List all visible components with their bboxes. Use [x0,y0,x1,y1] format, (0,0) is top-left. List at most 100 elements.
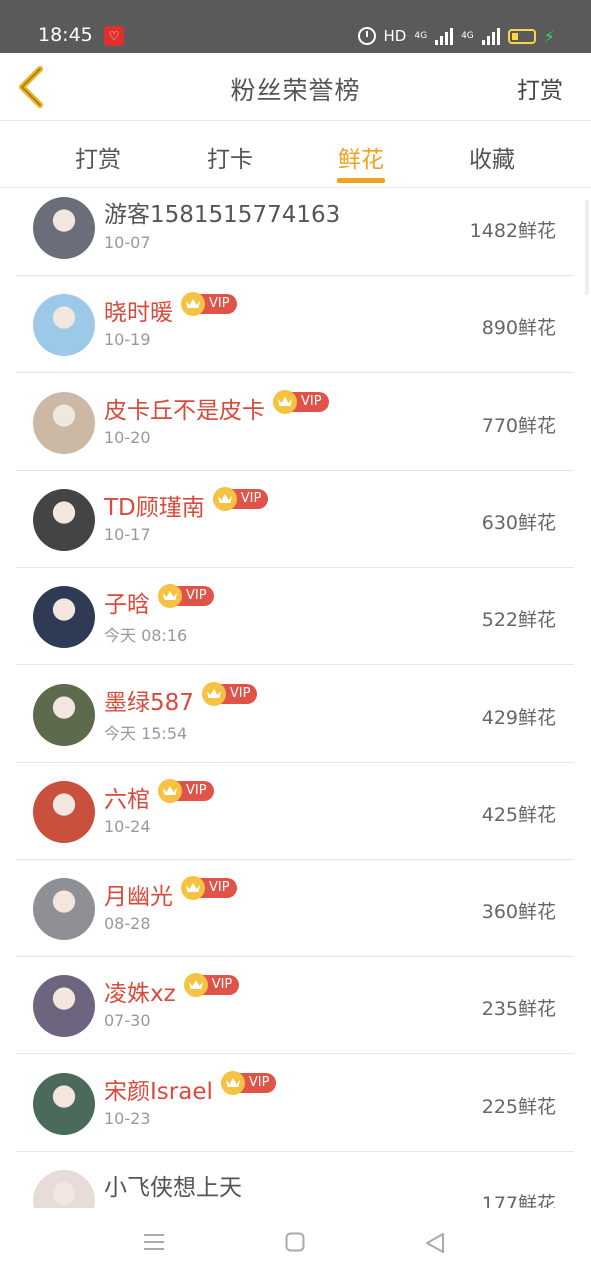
list-item[interactable]: 六棺 VIP 10-24 425鲜花 [16,763,574,860]
tab-bar: 打赏 打卡 鲜花 收藏 [0,122,591,188]
network-label-1: 4G [414,30,428,41]
last-active-date: 10-07 [104,233,151,252]
avatar[interactable] [33,975,95,1038]
signal-icon-2 [481,27,500,45]
app-notification-icon: ♡ [104,26,124,46]
user-name-text: 游客1581515774163 [104,202,341,228]
system-nav-bar [0,1208,591,1280]
last-active-date: 08-28 [104,914,151,934]
tab-favorites[interactable]: 收藏 [432,140,552,174]
vip-badge: VIP [273,389,329,414]
avatar[interactable] [33,294,95,357]
user-name-text: 晓时暖 [104,300,173,327]
reward-button[interactable]: 打赏 [517,71,563,105]
flower-count: 425鲜花 [481,803,556,826]
user-name-text: 子晗 [104,592,150,619]
home-icon[interactable] [285,1232,305,1252]
signal-icon [435,27,454,45]
tab-reward[interactable]: 打赏 [38,140,158,174]
list-item[interactable]: 皮卡丘不是皮卡 VIP 10-20 770鲜花 [16,374,574,471]
crown-icon [158,584,182,609]
user-name[interactable]: 墨绿587 VIP [104,681,258,717]
last-active-date: 今天 08:16 [104,626,188,646]
back-nav-icon[interactable] [425,1232,445,1254]
crown-icon [212,486,237,511]
avatar[interactable] [33,488,95,551]
avatar[interactable] [33,586,95,649]
list-item[interactable]: 游客1581515774163 10-07 1482鲜花 [16,188,574,276]
user-name-text: 皮卡丘不是皮卡 [104,397,265,424]
network-label-2: 4G [461,30,474,41]
user-name-text: 小飞侠想上天 [104,1175,242,1201]
flower-count: 177鲜花 [481,1193,556,1208]
flower-count: 890鲜花 [481,317,556,340]
ranking-list: 游客1581515774163 10-07 1482鲜花 晓时暖 VIP 10-19 890… [16,188,574,1208]
flower-count: 225鲜花 [481,1095,556,1118]
last-active-date: 10-23 [104,1108,151,1128]
avatar[interactable] [33,197,95,259]
hd-indicator: HD [383,27,407,45]
avatar[interactable] [33,878,95,941]
list-item[interactable]: 宋颜Israel VIP 10-23 225鲜花 [16,1055,574,1152]
user-name[interactable]: 小飞侠想上天 [104,1168,242,1202]
flower-count: 360鲜花 [481,901,556,924]
active-tab-indicator [337,178,385,183]
charging-icon: ⚡ [543,26,555,46]
last-active-date: 10-17 [104,524,151,544]
avatar[interactable] [33,780,95,843]
vip-badge: VIP [183,973,240,998]
page-title: 粉丝荣誉榜 [230,76,361,105]
last-active-date: 今天 15:54 [104,723,188,743]
avatar[interactable] [33,683,95,746]
status-time: 18:45 [38,24,93,46]
list-item[interactable]: 凌姝xz VIP 07-30 235鲜花 [16,957,574,1055]
crown-icon [158,778,182,803]
avatar[interactable] [33,1072,95,1135]
user-name[interactable]: TD顾瑾南 VIP [104,486,269,522]
status-icons: HD 4G 4G ⚡ [357,25,555,47]
user-name-text: 宋颜Israel [104,1078,213,1105]
user-name[interactable]: 游客1581515774163 [104,195,340,229]
user-name[interactable]: 晓时暖 VIP [104,292,237,327]
menu-icon[interactable] [143,1232,165,1252]
flower-count: 1482鲜花 [469,220,556,242]
crown-icon [273,389,297,414]
user-name[interactable]: 六棺 VIP [104,778,214,814]
vip-badge: VIP [181,292,237,317]
flower-count: 235鲜花 [481,998,556,1021]
vip-badge: VIP [181,876,237,901]
vip-badge: VIP [201,681,258,706]
list-item[interactable]: 月幽光 VIP 08-28 360鲜花 [16,860,574,958]
last-active-date: 10-20 [104,427,151,447]
user-name-text: TD顾瑾南 [104,494,205,521]
user-name-text: 墨绿587 [104,689,194,716]
tab-flowers[interactable]: 鲜花 [301,140,421,174]
user-name[interactable]: 月幽光 VIP [104,876,237,911]
last-active-date: 07-30 [104,1011,151,1031]
user-name-text: 六棺 [104,786,150,813]
user-name[interactable]: 凌姝xz VIP [104,973,240,1008]
avatar[interactable] [33,391,95,454]
vip-badge: VIP [158,584,214,609]
avatar[interactable] [33,1170,95,1208]
vip-badge: VIP [220,1070,277,1095]
tab-checkin[interactable]: 打卡 [170,140,290,174]
list-item[interactable]: 墨绿587 VIP 今天 15:54 429鲜花 [16,666,574,763]
flower-count: 630鲜花 [481,511,556,534]
user-name[interactable]: 宋颜Israel VIP [104,1070,277,1106]
list-item[interactable]: 小飞侠想上天 177鲜花 [16,1152,574,1208]
crown-icon [220,1070,245,1095]
user-name[interactable]: 皮卡丘不是皮卡 VIP [104,389,329,425]
crown-icon [181,876,205,901]
status-bar: 18:45 ♡ HD 4G 4G ⚡ [0,0,591,53]
list-item[interactable]: 晓时暖 VIP 10-19 890鲜花 [16,276,574,374]
list-item[interactable]: TD顾瑾南 VIP 10-17 630鲜花 [16,471,574,568]
user-name-text: 凌姝xz [104,981,176,1008]
user-name[interactable]: 子晗 VIP [104,584,214,619]
vip-badge: VIP [158,778,214,803]
flower-count: 429鲜花 [481,706,556,729]
last-active-date: 10-24 [104,816,151,836]
crown-icon [201,681,226,706]
list-item[interactable]: 子晗 VIP 今天 08:16 522鲜花 [16,568,574,666]
scrollbar[interactable] [585,200,589,295]
